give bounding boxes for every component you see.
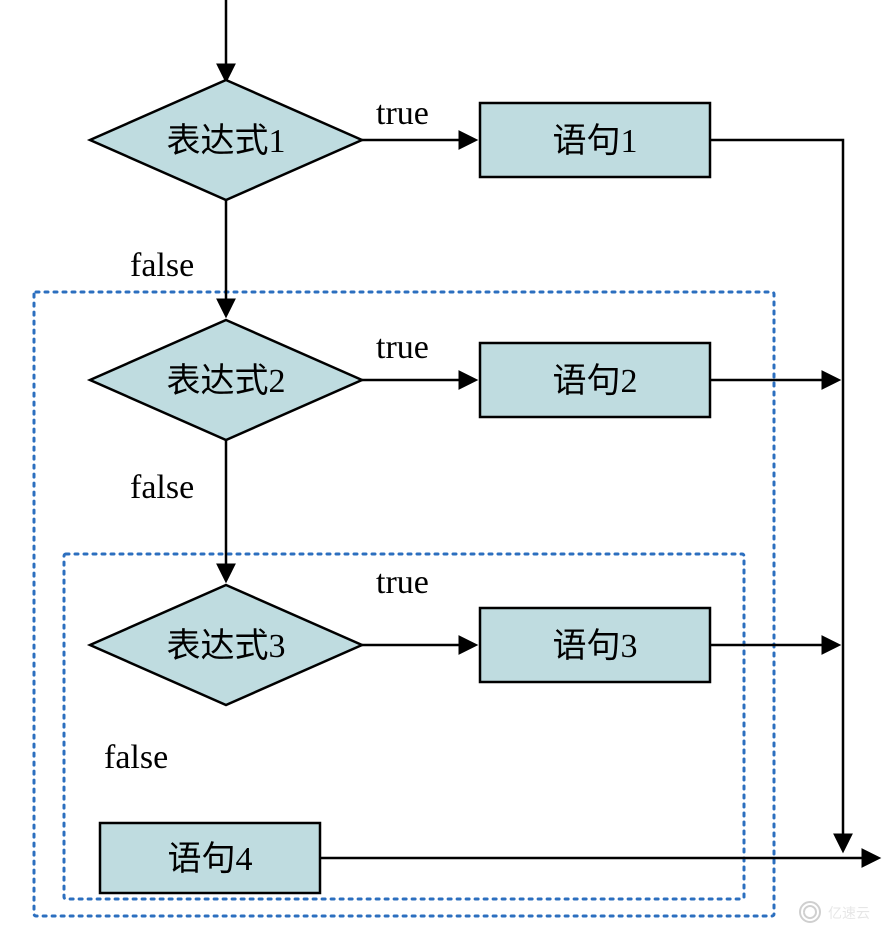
decision-expr1: 表达式1 <box>90 80 362 200</box>
decision-expr3: 表达式3 <box>90 585 362 705</box>
edge-expr3-true-label: true <box>376 564 429 601</box>
edge-expr1-false-label: false <box>130 247 194 284</box>
edge-expr3-false-label: false <box>104 739 168 776</box>
edge-stmt1-out <box>710 140 843 850</box>
process-stmt3-label: 语句3 <box>553 627 638 665</box>
process-stmt3: 语句3 <box>480 608 710 682</box>
process-stmt2: 语句2 <box>480 343 710 417</box>
decision-expr3-label: 表达式3 <box>167 627 286 665</box>
watermark-text: 亿速云 <box>828 906 870 922</box>
process-stmt1-label: 语句1 <box>553 122 638 160</box>
watermark: 亿速云 <box>800 902 870 922</box>
edge-expr1-true-label: true <box>376 95 429 132</box>
process-stmt4: 语句4 <box>100 823 320 893</box>
edge-expr2-false-label: false <box>130 469 194 506</box>
flowchart-diagram: 表达式1 true 语句1 false 表达式2 true 语句2 false … <box>0 0 884 938</box>
process-stmt4-label: 语句4 <box>168 840 253 878</box>
process-stmt2-label: 语句2 <box>553 362 638 400</box>
decision-expr2-label: 表达式2 <box>167 362 286 400</box>
decision-expr2: 表达式2 <box>90 320 362 440</box>
process-stmt1: 语句1 <box>480 103 710 177</box>
decision-expr1-label: 表达式1 <box>167 122 286 160</box>
edge-expr2-true-label: true <box>376 329 429 366</box>
